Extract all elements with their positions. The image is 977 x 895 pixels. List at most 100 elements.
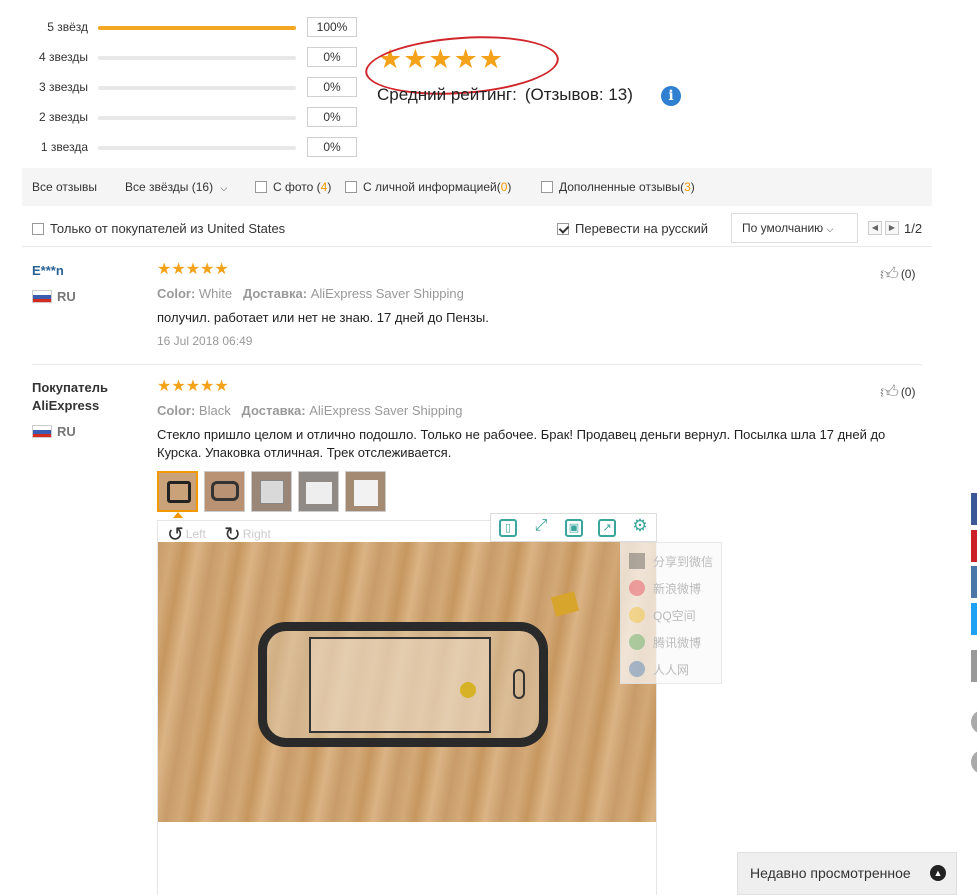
vk-share-tab[interactable]: [971, 566, 977, 598]
filter-paren: ): [690, 180, 695, 194]
filter-with-info-label: С личной информацией(: [363, 180, 501, 194]
histogram-label: 2 звезды: [38, 110, 88, 124]
checkbox[interactable]: [32, 223, 44, 235]
share-label: 新浪微博: [653, 582, 702, 596]
average-rating-text: Средний рейтинг: (Отзывов: 13): [377, 85, 633, 105]
filter-only-us[interactable]: Только от покупателей из United States: [32, 221, 285, 236]
filter-supplemented-label: Дополненные отзывы(: [559, 180, 685, 194]
histogram-label: 4 звезды: [38, 50, 88, 64]
helpful-button[interactable]: 👍︎ (0): [880, 263, 915, 285]
review-count: (Отзывов: 13): [524, 85, 633, 104]
facebook-share-tab[interactable]: [971, 493, 977, 525]
share-qzone[interactable]: QQ空间: [629, 607, 696, 624]
filter-all-reviews[interactable]: Все отзывы: [32, 180, 97, 194]
review-date: 16 Jul 2018 06:49: [157, 334, 253, 348]
chevron-up-icon: ▲: [930, 865, 946, 881]
twitter-share-tab[interactable]: [971, 603, 977, 635]
translate-label: Перевести на русский: [575, 221, 709, 236]
helpful-button[interactable]: 👍︎ (0): [880, 381, 915, 403]
helpful-count: (0): [900, 267, 916, 281]
filter-supplemented[interactable]: Дополненные отзывы(3): [541, 180, 695, 194]
side-menu-tab[interactable]: [971, 650, 977, 682]
shipping-value: AliExpress Saver Shipping: [310, 286, 464, 301]
histogram-bar: [98, 86, 296, 90]
review-stars: ★★★★★: [157, 261, 229, 278]
sort-dropdown[interactable]: По умолчанию ⌵: [731, 213, 858, 243]
checkbox[interactable]: [345, 181, 357, 193]
prev-page-icon[interactable]: ◀: [868, 221, 882, 235]
review-photo[interactable]: [158, 542, 656, 822]
checkbox[interactable]: [541, 181, 553, 193]
review-text-line2: Курска. Упаковка отличная. Трек отслежив…: [157, 445, 452, 460]
sort-label: По умолчанию: [742, 221, 824, 235]
filter-stars-dropdown[interactable]: Все звёзды (16) ⌵: [125, 180, 227, 194]
histogram-row-1[interactable]: 1 звезда 0%: [0, 137, 360, 159]
rotate-left-label: Left: [185, 527, 206, 541]
image-toolbar: ▯ ⤢ ▣ ↗ ⚙: [490, 513, 657, 542]
reviewer-name[interactable]: E***n: [32, 262, 64, 280]
histogram-label: 5 звёзд: [47, 20, 88, 34]
color-value: White: [198, 286, 233, 301]
recently-viewed-label: Недавно просмотренное: [750, 865, 911, 881]
filter-only-us-label: Только от покупателей из United States: [50, 221, 286, 236]
histogram-row-4[interactable]: 4 звезды 0%: [0, 47, 360, 69]
histogram-bar: [98, 116, 296, 120]
flex-cable: [550, 591, 580, 617]
share-weibo[interactable]: 新浪微博: [629, 580, 701, 597]
share-icon[interactable]: ↗: [598, 519, 616, 537]
fullscreen-icon[interactable]: ⤢: [532, 518, 550, 537]
tencent-weibo-icon: [629, 634, 645, 650]
rotate-right-label: Right: [242, 527, 271, 541]
original-size-icon[interactable]: ▯: [499, 519, 517, 537]
info-icon[interactable]: i: [661, 86, 681, 106]
flag-icon: [32, 425, 52, 438]
histogram-bar: [98, 26, 296, 30]
filter-with-photo[interactable]: С фото (4): [255, 180, 331, 194]
shipping-label: Доставка:: [242, 286, 308, 301]
photo-thumbnail[interactable]: [298, 471, 339, 512]
histogram-percent: 0%: [307, 47, 357, 67]
share-tencent-weibo[interactable]: 腾讯微博: [629, 634, 701, 651]
photo-thumbnail[interactable]: [204, 471, 245, 512]
filter-bar: Все отзывы Все звёзды (16) ⌵ С фото (4) …: [22, 168, 932, 206]
pinterest-share-tab[interactable]: [971, 530, 977, 562]
histogram-row-3[interactable]: 3 звезды 0%: [0, 77, 360, 99]
histogram-row-2[interactable]: 2 звезды 0%: [0, 107, 360, 129]
reviewer-name-line1: Покупатель: [32, 380, 108, 395]
histogram-percent: 100%: [307, 17, 357, 37]
average-rating-label: Средний рейтинг:: [377, 85, 517, 104]
review-text: Стекло пришло целом и отлично подошло. Т…: [157, 426, 885, 462]
phone-home-button: [513, 669, 525, 699]
reviewer-country: RU: [57, 424, 76, 439]
thumbnail-pointer: [173, 512, 183, 518]
share-wechat[interactable]: 分享到微信: [629, 553, 713, 570]
translate-toggle[interactable]: Перевести на русский: [557, 221, 708, 236]
chevron-down-icon: ⌵: [220, 183, 228, 193]
recently-viewed-bar[interactable]: Недавно просмотренное ▲: [737, 852, 957, 895]
checkbox-checked[interactable]: [557, 223, 569, 235]
review-text-line1: Стекло пришло целом и отлично подошло. Т…: [157, 427, 886, 442]
reviewer-name: Покупатель AliExpress: [32, 379, 108, 415]
photo-thumbnail[interactable]: [157, 471, 198, 512]
filter-with-info[interactable]: С личной информацией(0): [345, 180, 511, 194]
review-stars: ★★★★★: [157, 378, 229, 395]
photo-thumbnail[interactable]: [251, 471, 292, 512]
histogram-percent: 0%: [307, 77, 357, 97]
color-label: Color:: [157, 403, 196, 418]
next-page-icon[interactable]: ▶: [885, 221, 899, 235]
settings-gear-icon[interactable]: ⚙: [631, 517, 649, 537]
share-renren[interactable]: 人人网: [629, 661, 689, 678]
thumbs-up-icon: 👍︎: [880, 382, 899, 402]
divider: [22, 246, 932, 247]
chevron-down-icon: ⌵: [826, 224, 834, 234]
reviewer-country: RU: [57, 289, 76, 304]
share-menu: 分享到微信 新浪微博 QQ空间 腾讯微博 人人网: [620, 542, 722, 684]
checkbox[interactable]: [255, 181, 267, 193]
side-circle-button[interactable]: [971, 750, 977, 774]
reviewer-name-line2: AliExpress: [32, 398, 100, 413]
photo-thumbnail[interactable]: [345, 471, 386, 512]
save-icon[interactable]: ▣: [565, 519, 583, 537]
side-circle-button[interactable]: [971, 710, 977, 734]
color-label: Color:: [157, 286, 196, 301]
histogram-row-5[interactable]: 5 звёзд 100%: [0, 17, 360, 39]
